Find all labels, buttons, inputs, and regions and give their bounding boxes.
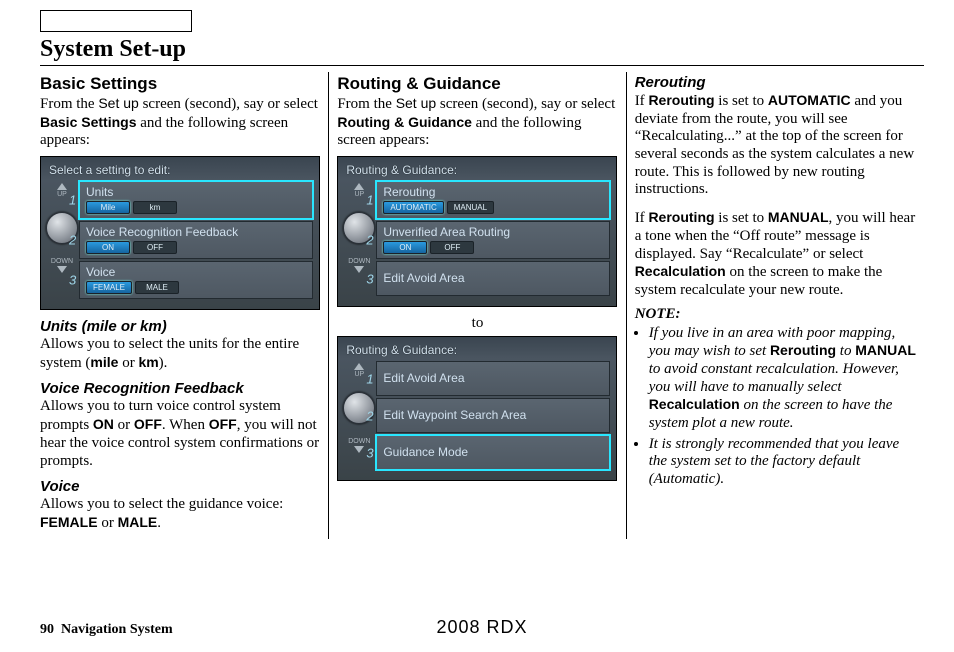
page-number: 90 Navigation System [40, 622, 173, 637]
setting-row-voice-feedback[interactable]: 2 Voice Recognition Feedback ON OFF [79, 221, 313, 259]
page-title: System Set-up [40, 36, 924, 66]
setting-row-voice[interactable]: 3 Voice FEMALE MALE [79, 261, 313, 299]
body-voice: Allows you to select the guidance voice:… [40, 496, 320, 532]
opt-female[interactable]: FEMALE [86, 281, 132, 294]
arrow-up-icon [354, 363, 364, 370]
panel-title: Routing & Guidance: [338, 337, 616, 361]
p-rerouting-auto: If Rerouting is set to AUTOMATIC and you… [635, 92, 916, 199]
opt-km[interactable]: km [133, 201, 177, 214]
heading-basic-settings: Basic Settings [40, 74, 320, 94]
setting-row-unverified[interactable]: 2 Unverified Area Routing ON OFF [376, 221, 610, 259]
column-basic-settings: Basic Settings From the Set up screen (s… [40, 72, 329, 539]
to-label: to [337, 315, 617, 332]
intro-basic: From the Set up screen (second), say or … [40, 95, 320, 150]
setting-row-edit-avoid[interactable]: 3 Edit Avoid Area [376, 261, 610, 296]
opt-manual[interactable]: MANUAL [447, 201, 494, 214]
setting-row-edit-waypoint[interactable]: 2 Edit Waypoint Search Area [376, 398, 610, 433]
footer-model: 2008 RDX [436, 617, 527, 638]
sub-voice: Voice [40, 478, 320, 495]
heading-rerouting: Rerouting [635, 74, 916, 91]
arrow-down-icon [57, 266, 67, 273]
heading-routing: Routing & Guidance [337, 74, 617, 94]
setting-row-guidance-mode[interactable]: 3 Guidance Mode [376, 435, 610, 470]
note-item: It is strongly recommended that you leav… [649, 436, 916, 489]
note-item: If you live in an area with poor mapping… [649, 325, 916, 433]
panel-title: Select a setting to edit: [41, 157, 319, 181]
panel-title: Routing & Guidance: [338, 157, 616, 181]
note-heading: NOTE: [635, 306, 916, 323]
setting-row-edit-avoid[interactable]: 1 Edit Avoid Area [376, 361, 610, 396]
panel-routing-2: Routing & Guidance: UP DOWN 1 Edit Avoid… [337, 336, 617, 481]
column-routing-guidance: Routing & Guidance From the Set up scree… [337, 72, 626, 539]
opt-mile[interactable]: Mile [86, 201, 130, 214]
sub-units: Units (mile or km) [40, 318, 320, 335]
opt-on[interactable]: ON [86, 241, 130, 254]
intro-routing: From the Set up screen (second), say or … [337, 95, 617, 150]
setting-row-rerouting[interactable]: 1 Rerouting AUTOMATIC MANUAL [376, 181, 610, 219]
arrow-down-icon [354, 266, 364, 273]
opt-male[interactable]: MALE [135, 281, 179, 294]
arrow-up-icon [354, 183, 364, 190]
sub-vrf: Voice Recognition Feedback [40, 380, 320, 397]
panel-basic-settings: Select a setting to edit: UP DOWN 1 Unit… [40, 156, 320, 310]
footer: 90 Navigation System 2008 RDX [40, 622, 924, 638]
arrow-down-icon [354, 446, 364, 453]
p-rerouting-manual: If Rerouting is set to MANUAL, you will … [635, 209, 916, 299]
body-vrf: Allows you to turn voice control system … [40, 398, 320, 470]
opt-off[interactable]: OFF [133, 241, 177, 254]
arrow-up-icon [57, 183, 67, 190]
body-units: Allows you to select the units for the e… [40, 336, 320, 372]
opt-off[interactable]: OFF [430, 241, 474, 254]
opt-automatic[interactable]: AUTOMATIC [383, 201, 443, 214]
opt-on[interactable]: ON [383, 241, 427, 254]
setting-row-units[interactable]: 1 Units Mile km [79, 181, 313, 219]
note-list: If you live in an area with poor mapping… [635, 325, 916, 489]
panel-routing-1: Routing & Guidance: UP DOWN 1 Rerouting [337, 156, 617, 307]
header-box [40, 10, 192, 32]
column-rerouting: Rerouting If Rerouting is set to AUTOMAT… [635, 72, 924, 539]
